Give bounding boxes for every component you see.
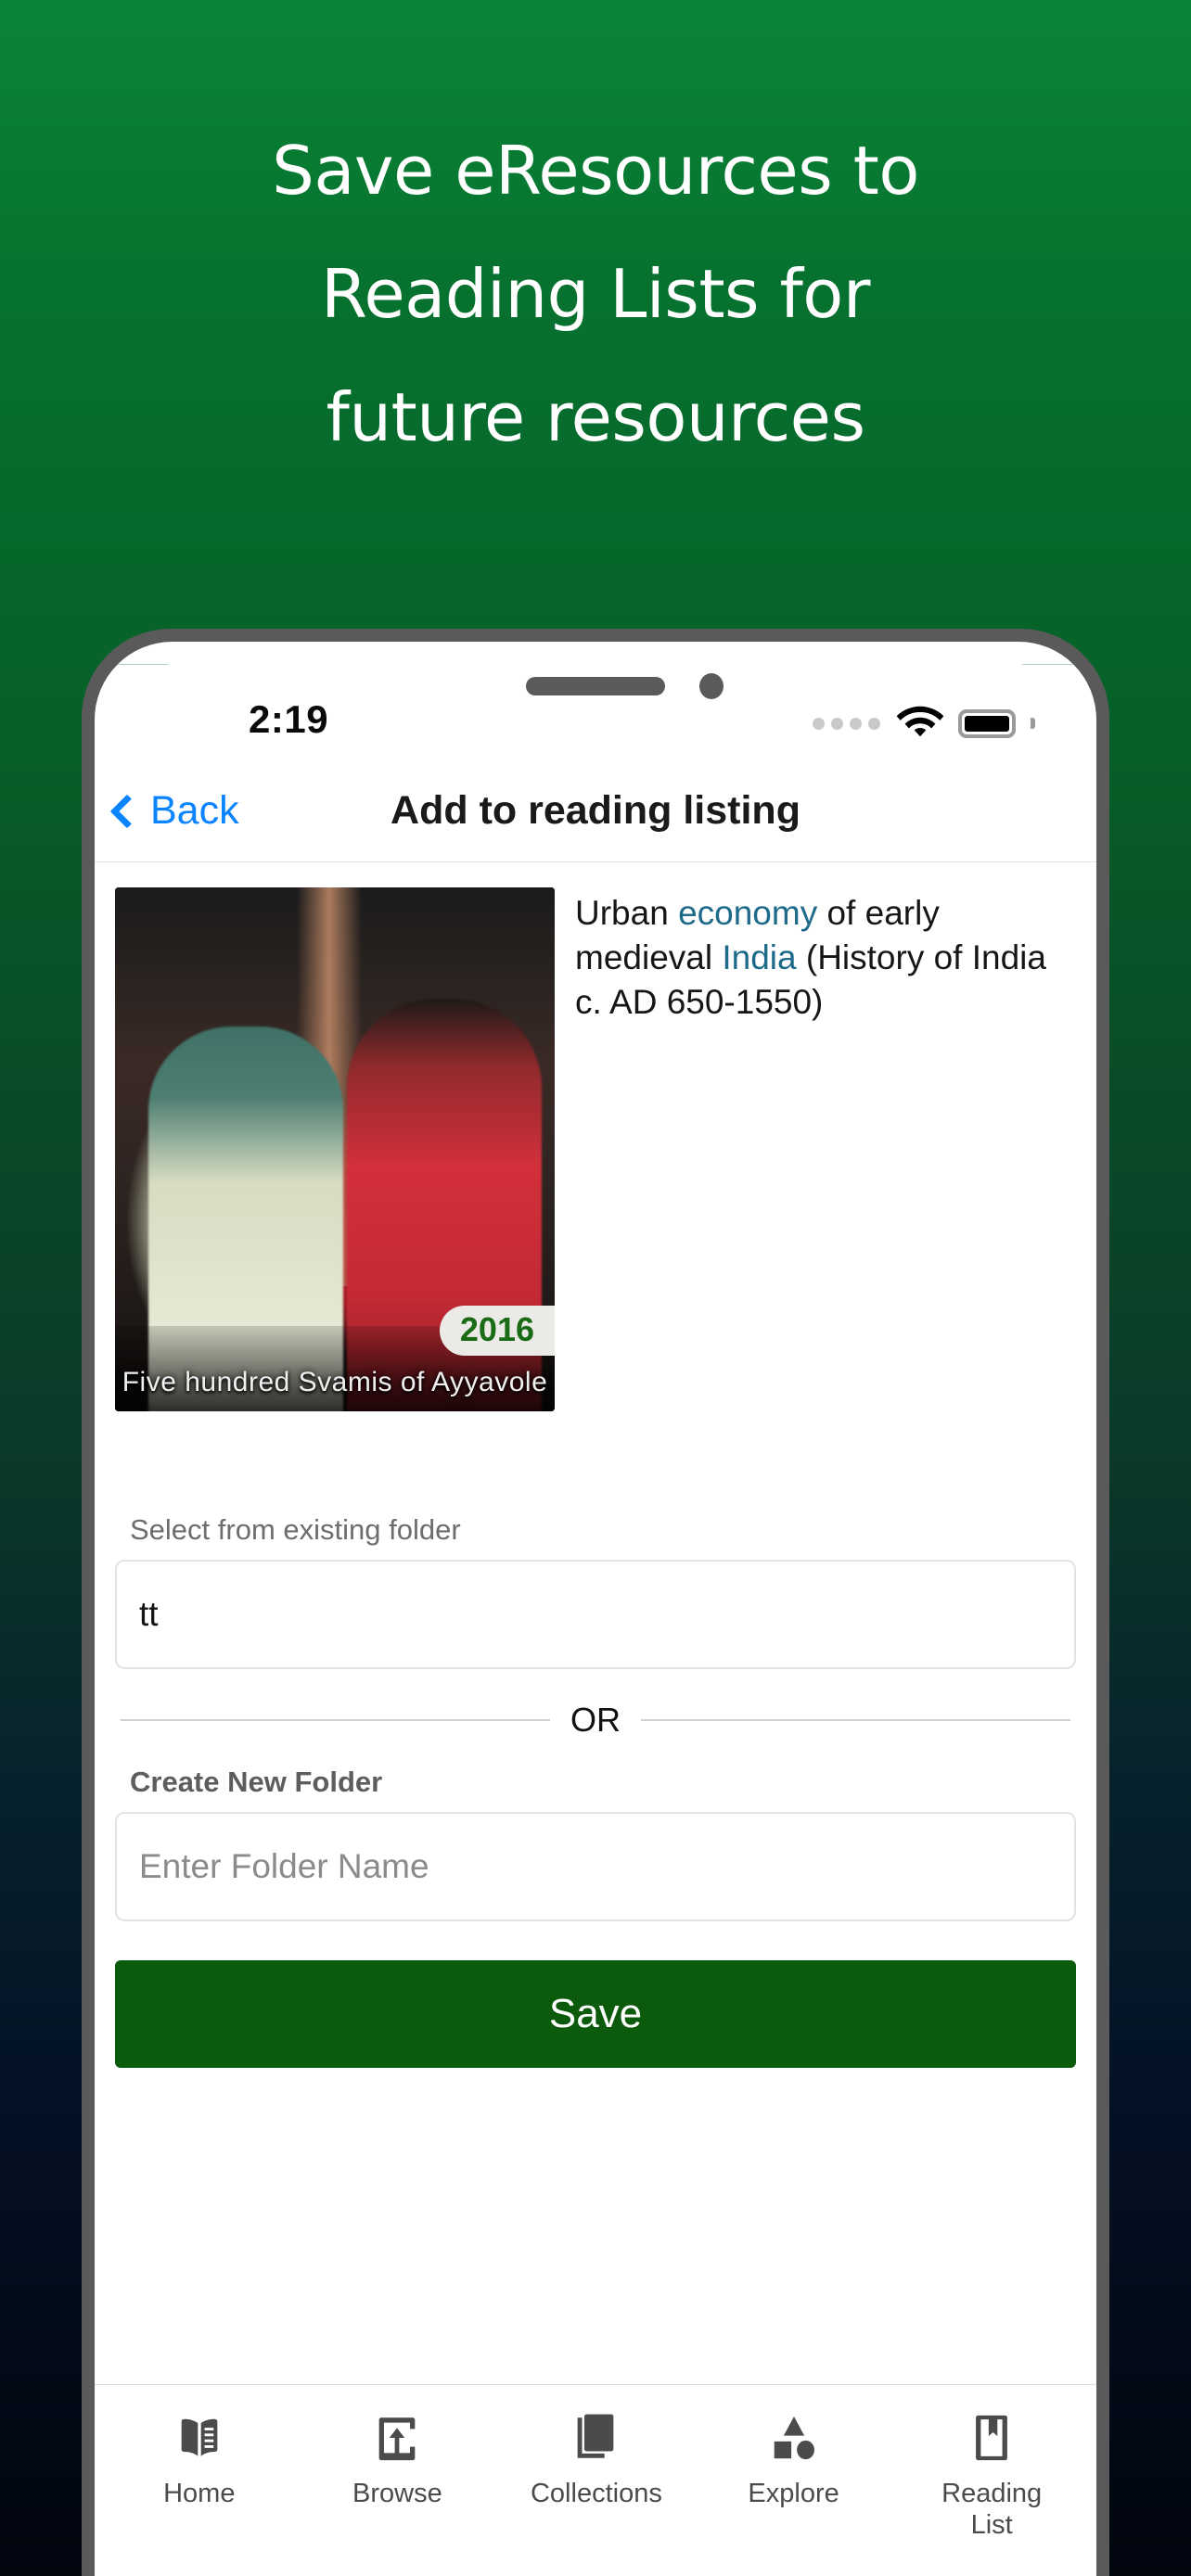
save-button[interactable]: Save (115, 1960, 1076, 2068)
resource-title-seg-4: India (722, 938, 797, 977)
save-button-label: Save (548, 1991, 643, 2036)
back-button[interactable]: Back (109, 788, 239, 834)
tab-home-label: Home (163, 2479, 236, 2508)
resource-title[interactable]: Urban economy of early medieval India (H… (575, 887, 1076, 1411)
status-bar-time: 2:19 (249, 697, 329, 741)
page-title: Add to reading listing (391, 788, 800, 833)
tab-reading-list[interactable]: Reading List (892, 2411, 1091, 2576)
chevron-left-icon (109, 794, 145, 829)
tab-browse[interactable]: Browse (299, 2411, 497, 2576)
existing-folder-label: Select from existing folder (130, 1513, 461, 1546)
tab-explore[interactable]: Explore (695, 2411, 893, 2576)
battery-tip-icon (1031, 718, 1035, 729)
tab-browse-label: Browse (352, 2479, 442, 2508)
bookmark-icon (976, 2415, 1008, 2461)
existing-folder-value: tt (139, 1595, 159, 1633)
promo-headline: Save eResources to Reading Lists for fut… (0, 109, 1191, 479)
bottom-tab-bar: Home Browse Collections Explore Reading … (95, 2384, 1096, 2576)
resource-title-seg-2: economy (678, 894, 818, 932)
content-area: Five hundred Svamis of Ayyavole 2016 Urb… (95, 863, 1096, 2384)
or-divider-label: OR (570, 1701, 621, 1739)
tab-reading-list-label: Reading List (941, 2479, 1043, 2541)
phone-mockup: 2:19 Back Add to reading listing Five hu… (82, 629, 1109, 2576)
thumbnail-caption: Five hundred Svamis of Ayyavole (122, 1367, 548, 1397)
status-bar: 2:19 (95, 664, 1096, 760)
new-folder-label: Create New Folder (130, 1766, 383, 1798)
tab-collections[interactable]: Collections (496, 2411, 695, 2576)
promo-screenshot: Save eResources to Reading Lists for fut… (0, 0, 1191, 2576)
shapes-icon (774, 2417, 814, 2460)
app-window: 2:19 Back Add to reading listing Five hu… (95, 642, 1096, 2576)
existing-folder-select[interactable]: tt (115, 1560, 1076, 1669)
year-badge: 2016 (439, 1306, 555, 1356)
open-book-icon (181, 2418, 218, 2456)
battery-full-icon (958, 708, 1016, 738)
resource-title-seg-1: Urban (575, 894, 679, 932)
folder-form: Select from existing folder tt OR Create… (95, 1513, 1096, 2068)
headline-line-3: future resources (326, 378, 865, 456)
tab-explore-label: Explore (748, 2479, 839, 2508)
tab-home[interactable]: Home (100, 2411, 299, 2576)
or-divider-line-right (641, 1719, 1070, 1721)
resource-thumbnail[interactable]: Five hundred Svamis of Ayyavole 2016 (115, 887, 555, 1411)
upload-box-icon (379, 2417, 416, 2461)
navigation-bar: Back Add to reading listing (95, 760, 1096, 862)
phone-screen: 2:19 Back Add to reading listing Five hu… (95, 642, 1096, 2576)
new-folder-input[interactable]: Enter Folder Name (115, 1812, 1076, 1921)
stacked-documents-icon (577, 2414, 614, 2458)
new-folder-placeholder: Enter Folder Name (139, 1847, 429, 1885)
resource-card: Five hundred Svamis of Ayyavole 2016 Urb… (95, 863, 1096, 1411)
or-divider: OR (121, 1701, 1070, 1740)
or-divider-line-left (121, 1719, 550, 1721)
tab-collections-label: Collections (530, 2479, 662, 2508)
back-button-label: Back (150, 788, 239, 833)
status-bar-indicators (813, 705, 1035, 742)
signal-dots-icon (813, 717, 880, 730)
headline-line-2: Reading Lists for (321, 255, 870, 333)
headline-line-1: Save eResources to (272, 132, 919, 210)
wifi-icon (896, 706, 944, 737)
